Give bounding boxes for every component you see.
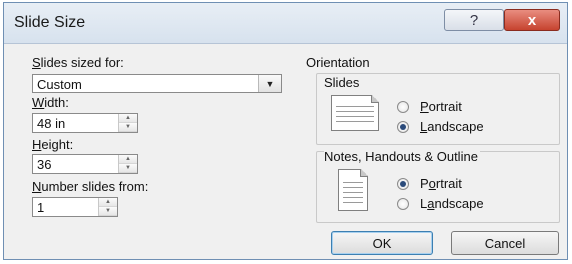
number-slides-from-stepper[interactable]: 1 ▲ ▼ [32, 197, 118, 217]
spin-down-icon[interactable]: ▼ [119, 123, 137, 132]
width-label: Width: [32, 95, 69, 110]
chevron-down-icon[interactable]: ▼ [258, 75, 281, 92]
notes-group-label: Notes, Handouts & Outline [324, 149, 480, 164]
notes-portrait-radio[interactable] [397, 178, 409, 190]
height-spin-buttons[interactable]: ▲ ▼ [118, 155, 137, 173]
height-value: 36 [37, 157, 52, 172]
slides-portrait-radio[interactable] [397, 101, 409, 113]
help-icon: ? [469, 11, 479, 29]
slides-sized-for-value: Custom [37, 77, 82, 92]
slides-sized-for-select[interactable]: Custom ▼ [32, 74, 282, 93]
slides-portrait-label[interactable]: Portrait [420, 99, 462, 114]
cancel-button[interactable]: Cancel [451, 231, 559, 255]
width-spin-buttons[interactable]: ▲ ▼ [118, 114, 137, 132]
slides-landscape-radio[interactable] [397, 121, 409, 133]
width-value: 48 in [37, 116, 66, 131]
notes-landscape-radio[interactable] [397, 198, 409, 210]
notes-landscape-label[interactable]: Landscape [420, 196, 484, 211]
close-icon: x [527, 11, 537, 29]
spin-up-icon[interactable]: ▲ [119, 155, 137, 164]
help-button[interactable]: ? [444, 9, 504, 31]
slides-group-label: Slides [324, 75, 360, 90]
height-label: Height: [32, 137, 74, 152]
slides-sized-for-label: Slides sized for: [32, 55, 124, 70]
orientation-label: Orientation [306, 55, 370, 70]
portrait-page-icon [338, 169, 368, 211]
slides-landscape-label[interactable]: Landscape [420, 119, 484, 134]
spin-down-icon[interactable]: ▼ [99, 207, 117, 216]
title-bar: Slide Size ? x [4, 3, 567, 44]
dialog-title: Slide Size [14, 14, 86, 31]
number-slides-from-value: 1 [37, 200, 45, 215]
number-spin-buttons[interactable]: ▲ ▼ [98, 198, 117, 216]
slide-size-dialog: Slide Size ? x Slides sized for: Custom … [3, 2, 568, 260]
spin-up-icon[interactable]: ▲ [119, 114, 137, 123]
ok-button[interactable]: OK [331, 231, 433, 255]
spin-down-icon[interactable]: ▼ [119, 164, 137, 173]
spin-up-icon[interactable]: ▲ [99, 198, 117, 207]
notes-portrait-label[interactable]: Portrait [420, 176, 462, 191]
number-slides-from-label: Number slides from: [32, 179, 149, 194]
landscape-page-icon [331, 95, 379, 131]
height-stepper[interactable]: 36 ▲ ▼ [32, 154, 138, 174]
close-button[interactable]: x [504, 9, 560, 31]
width-stepper[interactable]: 48 in ▲ ▼ [32, 113, 138, 133]
